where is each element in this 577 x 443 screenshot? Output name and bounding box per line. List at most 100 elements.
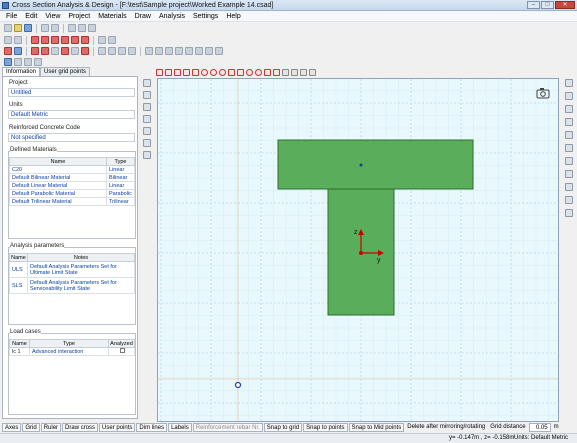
menu-help[interactable]: Help <box>226 13 240 20</box>
new-file-icon[interactable] <box>4 24 12 32</box>
maximize-button[interactable]: □ <box>541 1 554 9</box>
code-field[interactable]: Not specified <box>8 133 135 142</box>
spline-icon[interactable] <box>565 183 573 191</box>
fit-view-icon[interactable] <box>309 68 316 76</box>
layers-icon[interactable] <box>565 92 573 100</box>
zoom-in-icon[interactable] <box>143 115 151 123</box>
table-row[interactable]: Default Trilinear Material Trilinear <box>9 197 135 206</box>
pan-canvas-icon[interactable] <box>300 68 307 76</box>
stress-icon[interactable] <box>565 144 573 152</box>
fillet-icon[interactable] <box>81 47 89 55</box>
snap-to-grid-toggle[interactable]: Snap to grid <box>263 423 303 432</box>
user-point-marker[interactable] <box>234 381 242 389</box>
snap-to-points-toggle[interactable]: Snap to points <box>303 423 348 432</box>
crosshair-icon[interactable] <box>143 103 151 111</box>
material-name[interactable]: Default Trilinear Material <box>9 197 107 206</box>
menu-materials[interactable]: Materials <box>98 13 126 20</box>
material-type[interactable]: Trilinear <box>106 197 135 206</box>
move-point-icon[interactable] <box>291 68 298 76</box>
align-left-icon[interactable] <box>98 47 106 55</box>
section-flange[interactable] <box>277 139 474 190</box>
material-type[interactable]: Linear <box>106 181 135 190</box>
units-field[interactable]: Default Metric <box>8 110 135 119</box>
align-bottom-icon[interactable] <box>128 47 136 55</box>
table-row[interactable]: Default Bilinear Material Bilinear <box>9 173 135 182</box>
material-type[interactable]: Parabolic <box>106 189 135 198</box>
labels-toggle[interactable]: Labels <box>168 423 192 432</box>
measure-icon[interactable] <box>98 36 106 44</box>
extend-icon[interactable] <box>71 47 79 55</box>
draw-cross-toggle[interactable]: Draw cross <box>62 423 99 432</box>
loadcase-type[interactable]: Advanced interaction <box>29 347 109 356</box>
ruler-toggle[interactable]: Ruler <box>40 423 62 432</box>
copy-icon[interactable] <box>68 24 76 32</box>
select-icon[interactable] <box>14 36 22 44</box>
table-row[interactable]: Default Parabolic Material Parabolic <box>9 189 135 198</box>
analysis-name[interactable]: ULS <box>9 261 28 278</box>
polyline-icon[interactable] <box>41 36 49 44</box>
moment-icon[interactable] <box>565 157 573 165</box>
refresh-icon[interactable] <box>565 105 573 113</box>
pointer-icon[interactable] <box>143 79 151 87</box>
undo-icon[interactable] <box>41 24 49 32</box>
rebar-icon[interactable] <box>565 131 573 139</box>
menu-settings[interactable]: Settings <box>193 13 218 20</box>
rectangle-tool-icon[interactable] <box>156 68 163 76</box>
menu-file[interactable]: File <box>6 13 17 20</box>
loadcase-name[interactable]: lc 1 <box>9 347 30 356</box>
table-row[interactable]: SLS Default Analysis Parameters Set for … <box>9 277 135 294</box>
tab-information[interactable]: Information <box>2 67 41 76</box>
properties-icon[interactable] <box>34 58 42 66</box>
ruler-icon[interactable] <box>108 36 116 44</box>
trim-icon[interactable] <box>61 47 69 55</box>
rounded-rect-tool-icon[interactable] <box>165 68 172 76</box>
close-button[interactable]: ✕ <box>555 1 575 9</box>
grid-toggle[interactable]: Grid <box>22 423 40 432</box>
snap-to-mid-points-toggle[interactable]: Snap to Mid points <box>348 423 405 432</box>
cut-icon[interactable] <box>88 24 96 32</box>
corner-icon[interactable] <box>81 36 89 44</box>
paste-icon[interactable] <box>78 24 86 32</box>
pan-icon[interactable] <box>143 91 151 99</box>
material-name[interactable]: Default Bilinear Material <box>9 173 107 182</box>
rebar-line-tool-icon[interactable] <box>255 68 262 76</box>
view-icon[interactable] <box>565 79 573 87</box>
rotate-icon[interactable] <box>31 47 39 55</box>
user-points-toggle[interactable]: User points <box>99 423 136 432</box>
offset-icon[interactable] <box>51 47 59 55</box>
align-top-icon[interactable] <box>118 47 126 55</box>
analysis-name[interactable]: SLS <box>9 277 28 294</box>
menu-draw[interactable]: Draw <box>135 13 151 20</box>
material-name[interactable]: Default Parabolic Material <box>9 189 107 198</box>
table-row[interactable]: Default Linear Material Linear <box>9 181 135 190</box>
analysis-notes[interactable]: Default Analysis Parameters Set for Serv… <box>27 277 135 294</box>
align-right-icon[interactable] <box>108 47 116 55</box>
l-section-tool-icon[interactable] <box>228 68 235 76</box>
analysis-notes[interactable]: Default Analysis Parameters Set for Ulti… <box>27 261 135 278</box>
material-type[interactable]: Bilinear <box>106 173 135 182</box>
zoom-window-icon[interactable] <box>143 151 151 159</box>
table-row[interactable]: lc 1 Advanced interaction <box>9 347 135 356</box>
join-icon[interactable] <box>195 47 203 55</box>
project-field[interactable]: Untitled <box>8 88 135 97</box>
report-icon[interactable] <box>4 58 12 66</box>
canvas-svg[interactable]: z y <box>158 79 559 422</box>
table-icon[interactable] <box>14 58 22 66</box>
settings-icon[interactable] <box>565 209 573 217</box>
minimize-button[interactable]: – <box>527 1 540 9</box>
info-icon[interactable] <box>565 196 573 204</box>
explode-icon[interactable] <box>185 47 193 55</box>
zoom-out-icon[interactable] <box>143 127 151 135</box>
menu-edit[interactable]: Edit <box>25 13 37 20</box>
i-section-tool-icon[interactable] <box>192 68 199 76</box>
rebar-nr-toggle[interactable]: Reinforcement rebar Nr. <box>192 423 263 432</box>
print-icon[interactable] <box>205 47 213 55</box>
grid-distance-input[interactable]: 0.05 <box>528 423 551 432</box>
analyzed-checkbox[interactable] <box>120 348 125 353</box>
dim-lines-toggle[interactable]: Dim lines <box>136 423 168 432</box>
delete-after-mirror-label[interactable]: Delete after mirroring/rotating <box>405 423 487 432</box>
rebar-tool-icon[interactable] <box>246 68 253 76</box>
material-type[interactable]: Linear <box>106 165 135 174</box>
arc-icon[interactable] <box>61 36 69 44</box>
save-icon[interactable] <box>24 24 32 32</box>
